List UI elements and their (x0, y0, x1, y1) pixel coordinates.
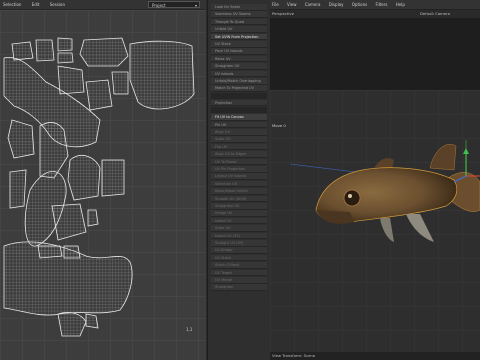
uv-canvas[interactable] (0, 10, 206, 360)
fish-model[interactable] (270, 0, 480, 360)
tool-button[interactable]: Layout UV Islands (211, 173, 267, 180)
menu-session[interactable]: Session (50, 2, 65, 7)
tool-button[interactable]: Relax UV (211, 55, 267, 63)
tool-button[interactable]: Smooth UV (Shift) (211, 195, 267, 203)
tool-button[interactable]: UV Target (211, 269, 267, 277)
project-dropdown-value: Project (152, 3, 166, 8)
tools-section-divider (211, 92, 267, 99)
uv-corner-label: 1,1 (186, 327, 193, 332)
tool-button[interactable]: Unfold/Match Overlapping (211, 78, 267, 85)
tool-button[interactable]: Triangle To Quad (211, 18, 267, 26)
tool-button[interactable]: Pack UV Islands (211, 48, 267, 55)
tool-button[interactable]: UV Merge (211, 277, 267, 284)
tool-button[interactable]: Selection UV (211, 180, 267, 188)
tools-section-divider (211, 107, 267, 114)
tool-button[interactable]: Set UVW From Projection (211, 33, 267, 41)
viewport-pane: File View Camera Display Options Filters… (270, 0, 480, 360)
uv-tools-panel: Look for Seam Seamless UV Seams Triangle T… (207, 0, 271, 360)
tool-button[interactable]: Stitch (Offset) (211, 262, 267, 269)
tool-button[interactable]: Straighten UV (211, 203, 267, 210)
tool-button[interactable]: UV Islands (211, 70, 267, 78)
fish-anal-fin (380, 218, 394, 242)
gizmo-y-head[interactable] (463, 148, 469, 154)
tool-button[interactable]: Scale UV (211, 136, 267, 143)
fish-eye-highlight (348, 194, 352, 198)
tool-button[interactable]: Island UV (211, 217, 267, 225)
tool-button[interactable]: Straighten UV (211, 63, 267, 70)
menu-selection[interactable]: Selection (3, 2, 21, 7)
tool-button[interactable]: Projection (211, 99, 267, 107)
tool-button[interactable]: UV Bridge (211, 247, 267, 254)
tool-button[interactable]: Image UV (211, 210, 267, 217)
fish-eye (343, 189, 361, 207)
tool-button[interactable]: UV Stitch (211, 254, 267, 262)
viewport-status: View Transform: Scene (270, 352, 480, 360)
tool-button[interactable]: Island UV (XY) (211, 232, 267, 240)
fish-jaw (316, 210, 354, 224)
tool-button[interactable]: Match To Projected UV (211, 85, 267, 92)
tool-button[interactable]: UV Stack (211, 41, 267, 48)
tool-button[interactable]: Flip UV (211, 143, 267, 151)
tool-button[interactable]: UV Pin Properties (211, 166, 267, 173)
tool-button[interactable]: Straighten (211, 284, 267, 291)
chevron-down-icon: ▾ (194, 3, 197, 8)
project-dropdown[interactable]: Project ▾ (148, 1, 200, 8)
tool-button[interactable]: Relax/Move Unfold (211, 188, 267, 195)
uv-editor-pane: Selection Edit Session Project ▾ 1,1 (0, 0, 206, 360)
fish-pelvic-fin (406, 214, 434, 242)
tool-button[interactable]: Scale UV (211, 225, 267, 232)
tool-button[interactable]: Look for Seam (211, 4, 267, 11)
tool-button[interactable]: Straight UV (XY) (211, 240, 267, 247)
fish-dorsal-fin (429, 144, 457, 171)
uv-island-group (3, 37, 195, 337)
menu-edit[interactable]: Edit (32, 2, 40, 7)
tool-button[interactable]: Pin UV (211, 121, 267, 129)
tool-button[interactable]: Seamless UV Seams (211, 11, 267, 18)
tool-button[interactable]: Unfold UV (211, 26, 267, 33)
tool-button[interactable]: Fit UV to Canvas (211, 114, 267, 121)
uv-menubar: Selection Edit Session Project ▾ (0, 0, 206, 10)
tool-button[interactable]: UV To Planar (211, 158, 267, 166)
tool-button[interactable]: Align UV (211, 129, 267, 136)
uv-islands (3, 37, 195, 337)
tool-button[interactable]: Align UV to Edges (211, 151, 267, 158)
